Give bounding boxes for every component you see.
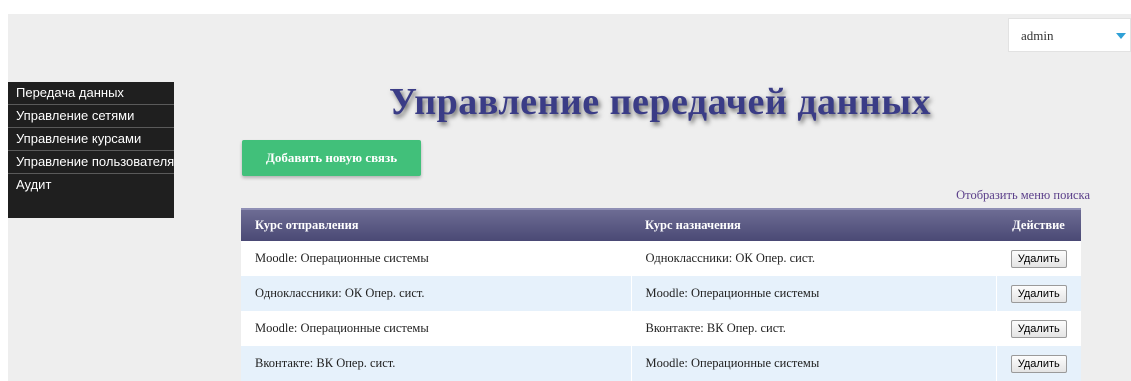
table-row: Вконтакте: ВК Опер. сист. Moodle: Операц… bbox=[241, 346, 1081, 381]
sidebar-item-networks[interactable]: Управление сетями bbox=[8, 105, 174, 128]
show-search-menu-link[interactable]: Отобразить меню поиска bbox=[956, 188, 1090, 203]
sidebar-item-users[interactable]: Управление пользователями bbox=[8, 151, 174, 174]
cell-source: Одноклассники: ОК Опер. сист. bbox=[241, 276, 632, 311]
add-link-button[interactable]: Добавить новую связь bbox=[242, 140, 421, 176]
column-header-action: Действие bbox=[996, 208, 1081, 241]
column-header-source: Курс отправления bbox=[241, 208, 631, 241]
cell-action: Удалить bbox=[996, 276, 1081, 311]
table-header-row: Курс отправления Курс назначения Действи… bbox=[241, 208, 1081, 241]
cell-destination: Moodle: Операционные системы bbox=[631, 346, 997, 381]
delete-button[interactable]: Удалить bbox=[1010, 354, 1067, 373]
page-title: Управление передачей данных bbox=[389, 81, 931, 123]
sidebar-menu: Передача данных Управление сетями Управл… bbox=[8, 82, 174, 218]
cell-destination: Вконтакте: ВК Опер. сист. bbox=[631, 311, 997, 346]
cell-destination: Одноклассники: ОК Опер. сист. bbox=[631, 241, 997, 276]
delete-button[interactable]: Удалить bbox=[1010, 284, 1067, 303]
user-select[interactable]: admin bbox=[1008, 18, 1131, 52]
chevron-down-icon bbox=[1116, 33, 1126, 39]
column-header-destination: Курс назначения bbox=[631, 208, 996, 241]
cell-action: Удалить bbox=[996, 346, 1081, 381]
links-table: Курс отправления Курс назначения Действи… bbox=[241, 208, 1081, 381]
cell-action: Удалить bbox=[996, 311, 1081, 346]
cell-source: Вконтакте: ВК Опер. сист. bbox=[241, 346, 632, 381]
sidebar-item-audit[interactable]: Аудит bbox=[8, 174, 174, 218]
delete-button[interactable]: Удалить bbox=[1010, 249, 1067, 268]
cell-destination: Moodle: Операционные системы bbox=[631, 276, 997, 311]
user-select-value: admin bbox=[1021, 28, 1054, 43]
cell-source: Moodle: Операционные системы bbox=[241, 241, 632, 276]
cell-source: Moodle: Операционные системы bbox=[241, 311, 632, 346]
delete-button[interactable]: Удалить bbox=[1010, 319, 1067, 338]
sidebar-item-courses[interactable]: Управление курсами bbox=[8, 128, 174, 151]
table-row: Moodle: Операционные системы Одноклассни… bbox=[241, 241, 1081, 276]
table-row: Moodle: Операционные системы Вконтакте: … bbox=[241, 311, 1081, 346]
sidebar-item-data-transfer[interactable]: Передача данных bbox=[8, 82, 174, 105]
cell-action: Удалить bbox=[996, 241, 1081, 276]
table-row: Одноклассники: ОК Опер. сист. Moodle: Оп… bbox=[241, 276, 1081, 311]
